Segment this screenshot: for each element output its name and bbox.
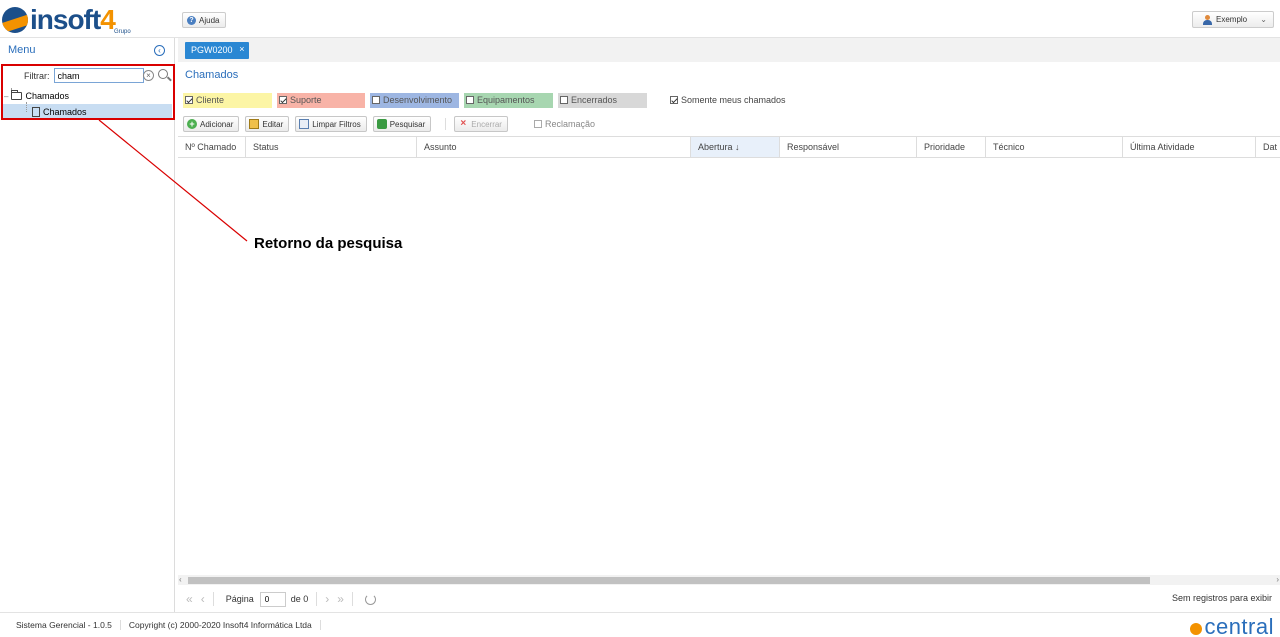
annotation-callout-line <box>98 119 248 242</box>
annotation-text: Retorno da pesquisa <box>254 235 403 252</box>
annotation-line <box>98 119 248 242</box>
